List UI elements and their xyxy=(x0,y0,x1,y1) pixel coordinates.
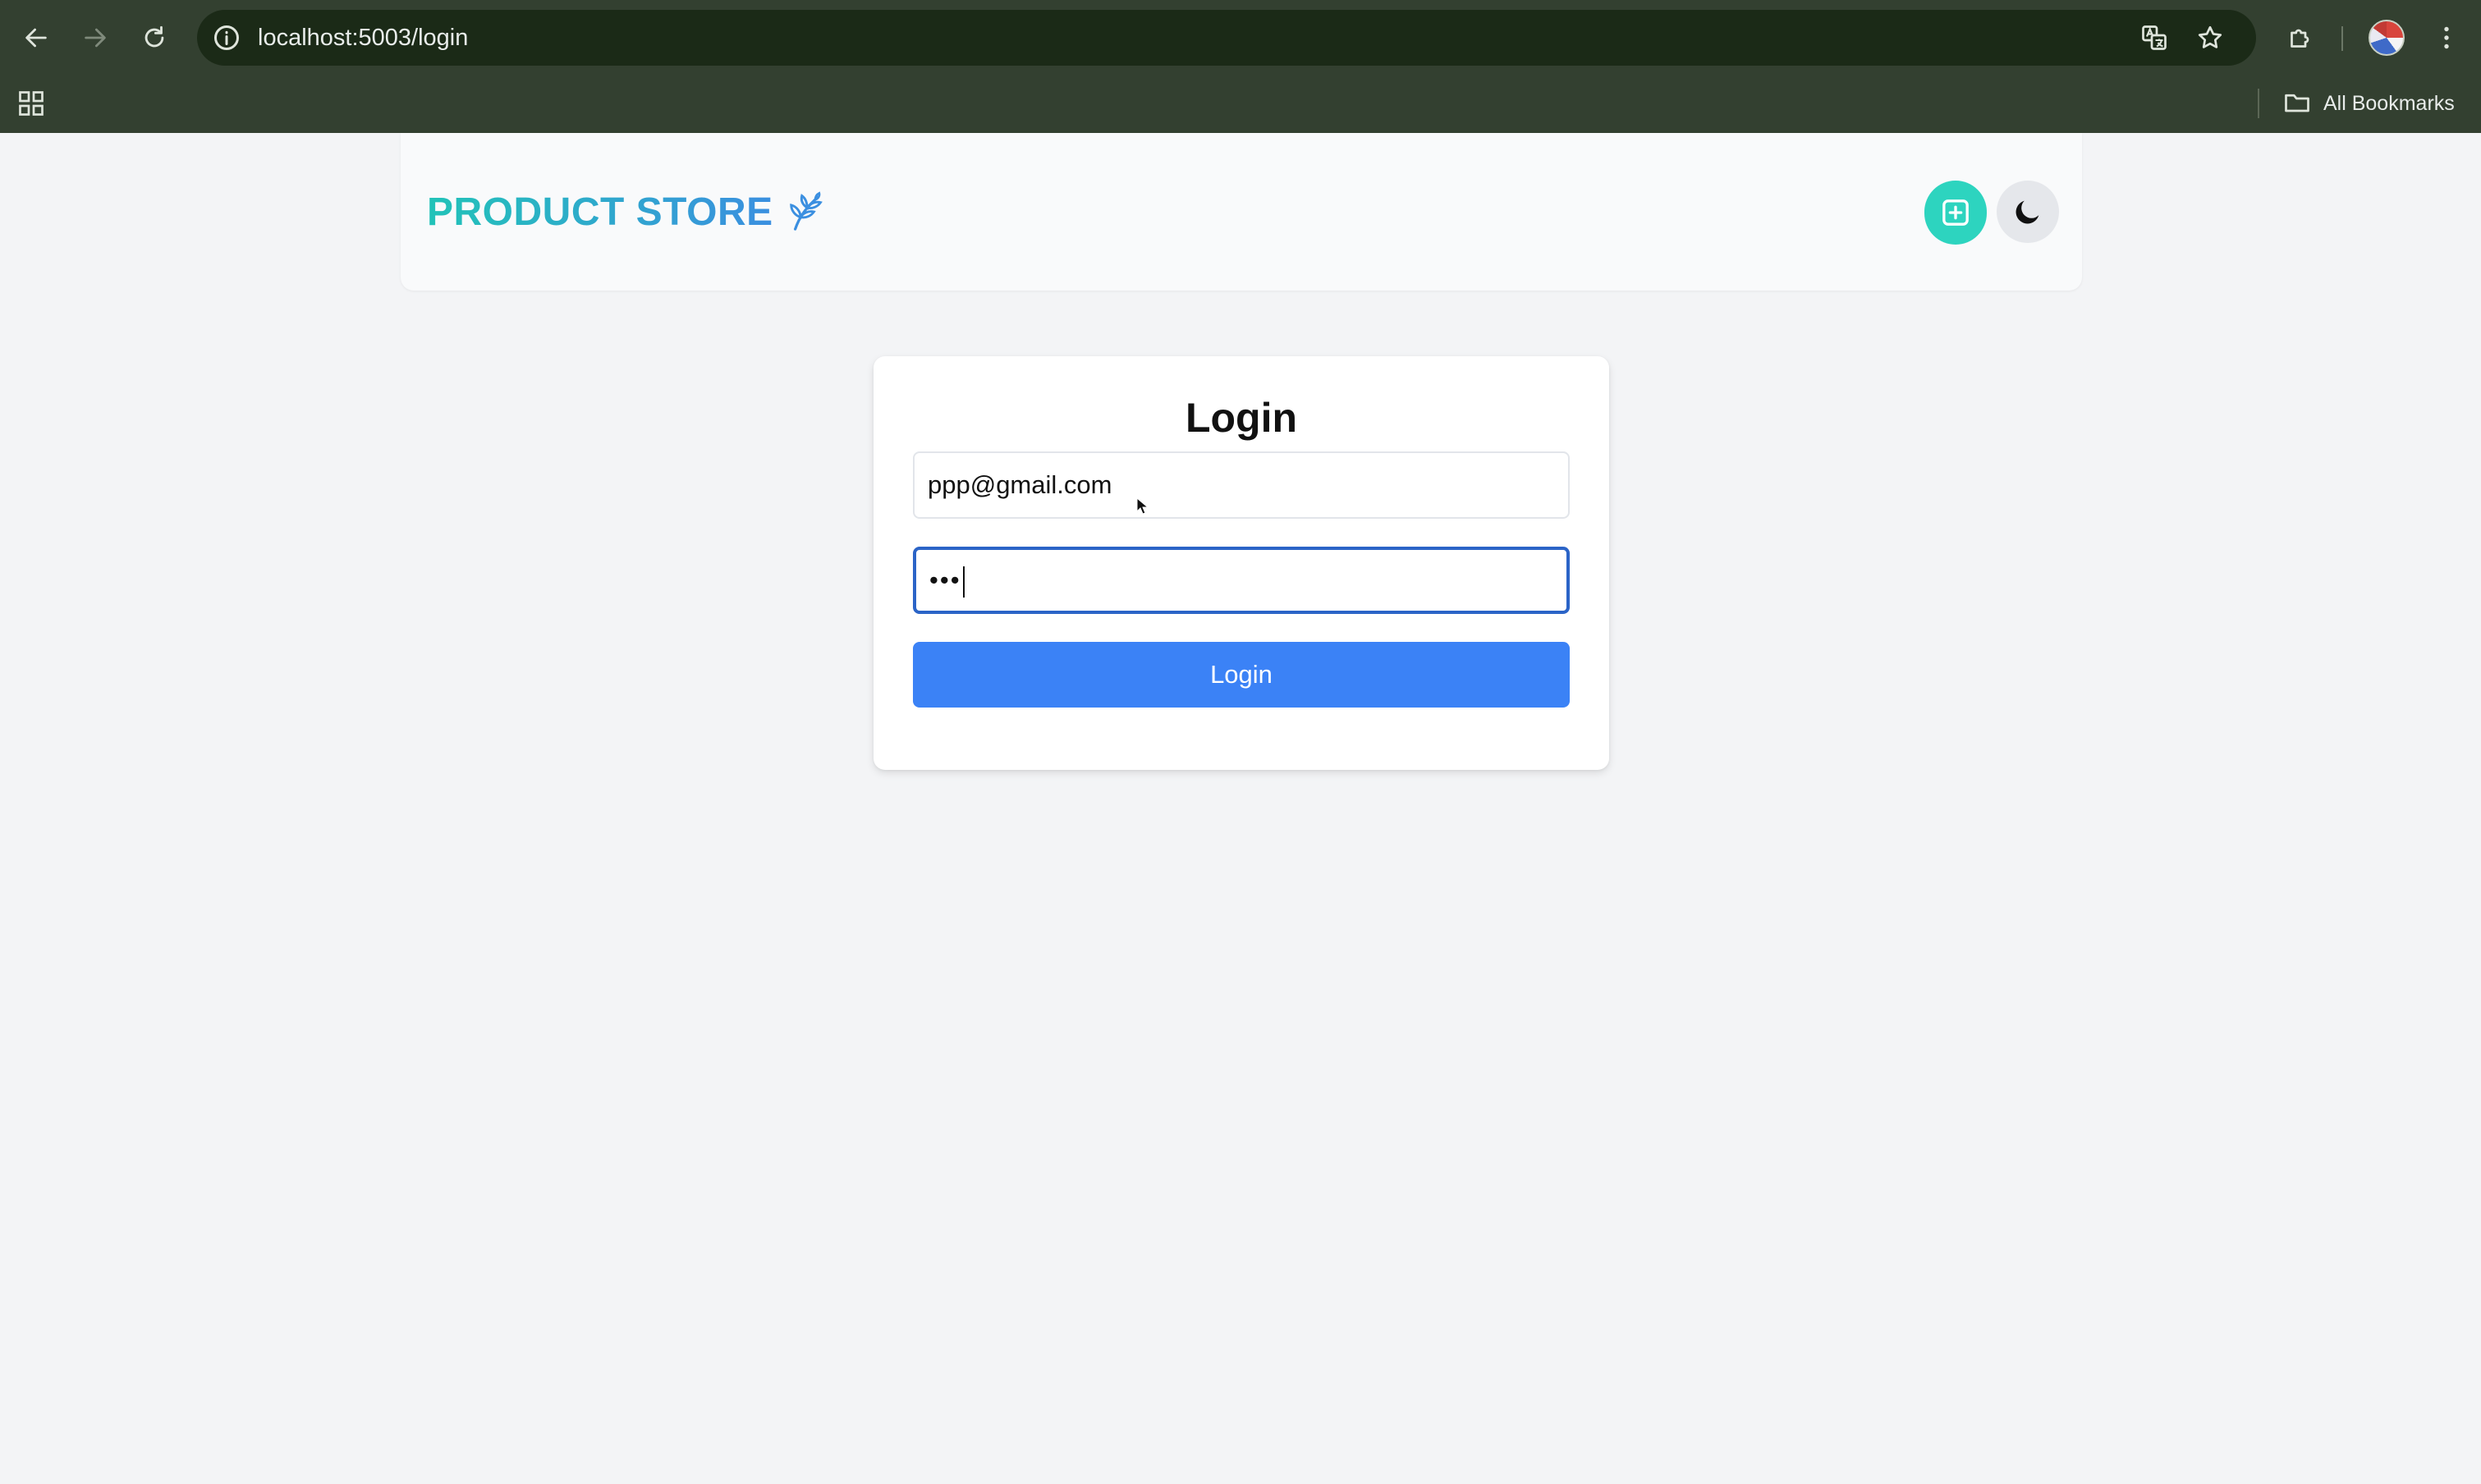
reload-icon[interactable] xyxy=(133,16,176,59)
all-bookmarks-label[interactable]: All Bookmarks xyxy=(2323,92,2455,116)
login-submit-button[interactable]: Login xyxy=(913,642,1570,708)
bookmarks-bar: All Bookmarks xyxy=(0,76,2481,131)
apps-grid-icon[interactable] xyxy=(16,89,46,118)
all-bookmarks-button[interactable]: All Bookmarks xyxy=(2282,76,2455,131)
brand-link[interactable]: PRODUCT STORE xyxy=(427,133,826,291)
create-product-button[interactable] xyxy=(1924,181,1987,245)
theme-toggle-button[interactable] xyxy=(1997,181,2059,243)
password-value[interactable]: ••• xyxy=(929,566,961,594)
bookmarks-divider xyxy=(2258,89,2259,118)
browser-toolbar: localhost:5003/login xyxy=(0,8,2481,67)
kebab-menu-icon[interactable] xyxy=(2427,18,2466,57)
browser-chrome: localhost:5003/login All Bookmarks xyxy=(0,0,2481,133)
password-field[interactable]: ••• xyxy=(913,547,1570,614)
toolbar-divider xyxy=(2341,26,2343,51)
email-field[interactable]: ppp@gmail.com xyxy=(913,451,1570,519)
login-title: Login xyxy=(1185,395,1298,441)
mouse-pointer-icon xyxy=(1136,497,1149,515)
address-bar[interactable]: localhost:5003/login xyxy=(197,10,2256,66)
moon-icon xyxy=(2016,200,2039,224)
email-value[interactable]: ppp@gmail.com xyxy=(928,470,1112,499)
login-card: Login ppp@gmail.com ••• Login xyxy=(874,356,1609,770)
brand-title[interactable]: PRODUCT STORE xyxy=(427,190,773,235)
translate-icon[interactable] xyxy=(2138,21,2171,54)
page-body: PRODUCT STORE Login ppp@gmail.com ••• Lo… xyxy=(0,133,2481,1484)
url-text[interactable]: localhost:5003/login xyxy=(258,10,468,66)
plus-square-icon xyxy=(1942,199,1969,226)
profile-avatar[interactable] xyxy=(2369,20,2405,56)
app-navbar: PRODUCT STORE xyxy=(401,133,2082,291)
wheat-leaf-icon xyxy=(783,190,826,233)
forward-arrow-icon[interactable] xyxy=(74,16,117,59)
site-info-icon[interactable] xyxy=(212,23,241,53)
text-caret xyxy=(962,566,965,598)
folder-icon xyxy=(2285,94,2309,112)
extensions-icon[interactable] xyxy=(2281,18,2320,57)
star-icon[interactable] xyxy=(2194,21,2226,54)
back-arrow-icon[interactable] xyxy=(15,16,57,59)
